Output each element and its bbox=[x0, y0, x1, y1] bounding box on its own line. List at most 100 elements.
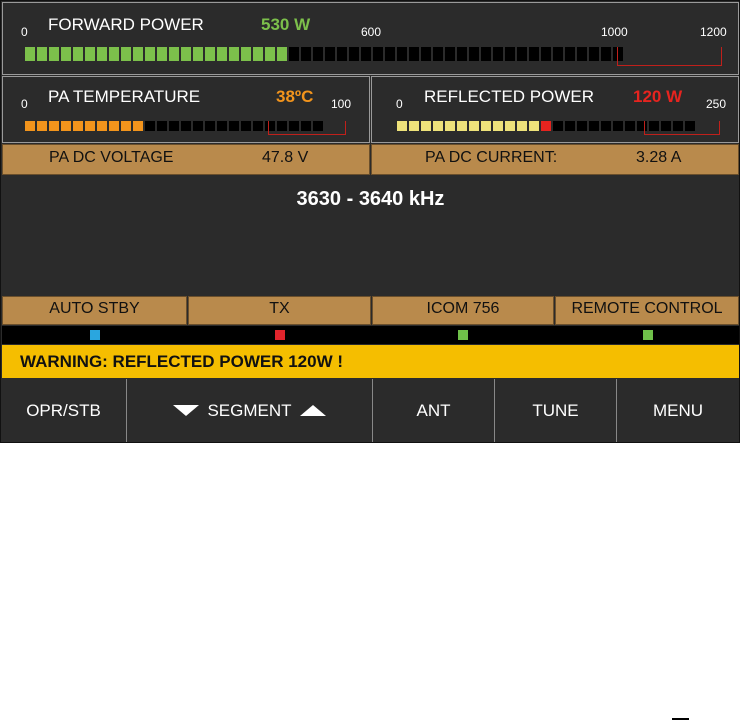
bar-segment bbox=[457, 121, 467, 131]
bar-segment bbox=[121, 121, 131, 131]
menu-label: MENU bbox=[652, 400, 704, 420]
bar-segment bbox=[565, 121, 575, 131]
dc-current-strip: PA DC CURRENT: 3.28 A bbox=[371, 144, 739, 175]
bar-segment bbox=[409, 121, 419, 131]
bar-segment bbox=[97, 121, 107, 131]
bar-segment bbox=[469, 121, 479, 131]
remote-control-led bbox=[643, 330, 653, 340]
bar-segment bbox=[457, 47, 467, 61]
opr-stb-label: OPR/STB bbox=[26, 400, 101, 420]
bar-segment bbox=[301, 47, 311, 61]
bar-segment bbox=[553, 47, 563, 61]
status-icom: ICOM 756 bbox=[372, 296, 554, 325]
bar-segment bbox=[325, 47, 335, 61]
bar-segment bbox=[37, 121, 47, 131]
forward-scale-high: 1000 bbox=[601, 25, 628, 39]
refl-scale-max: 250 bbox=[706, 97, 727, 111]
status-auto-stby: AUTO STBY bbox=[2, 296, 187, 325]
bar-segment bbox=[517, 47, 527, 61]
bar-segment bbox=[373, 47, 383, 61]
pa-temperature-meter: 0 PA TEMPERATURE 38ºC 100 bbox=[2, 76, 370, 143]
status-label: AUTO STBY bbox=[49, 300, 140, 317]
bar-segment bbox=[181, 121, 191, 131]
dc-voltage-strip: PA DC VOLTAGE 47.8 V bbox=[2, 144, 370, 175]
bar-segment bbox=[589, 121, 599, 131]
bar-segment bbox=[625, 121, 635, 131]
icom-led bbox=[458, 330, 468, 340]
bar-segment bbox=[49, 121, 59, 131]
bar-segment bbox=[541, 47, 551, 61]
ant-label: ANT bbox=[416, 400, 451, 420]
opr-stb-button[interactable]: OPR/STB bbox=[1, 379, 127, 442]
bar-segment bbox=[277, 47, 287, 61]
bar-segment bbox=[61, 47, 71, 61]
refl-scale-min: 0 bbox=[396, 97, 403, 111]
bar-segment bbox=[421, 121, 431, 131]
frequency-display: 3630 - 3640 kHz bbox=[2, 176, 739, 294]
bar-segment bbox=[193, 121, 203, 131]
pa-temperature-title: PA TEMPERATURE bbox=[48, 87, 201, 106]
segment-down-icon[interactable] bbox=[173, 405, 200, 416]
bar-segment bbox=[253, 121, 263, 131]
bar-segment bbox=[349, 47, 359, 61]
bar-segment bbox=[181, 47, 191, 61]
dc-current-label: PA DC CURRENT: bbox=[425, 149, 558, 166]
bar-segment bbox=[493, 121, 503, 131]
bar-segment bbox=[133, 121, 143, 131]
bar-segment bbox=[505, 121, 515, 131]
bar-segment bbox=[229, 121, 239, 131]
temp-red-zone bbox=[268, 121, 346, 135]
forward-power-meter: 0 FORWARD POWER 530 W 600 1000 1200 bbox=[2, 2, 739, 75]
ant-button[interactable]: ANT bbox=[373, 379, 495, 442]
status-remote-control: REMOTE CONTROL bbox=[555, 296, 739, 325]
bar-segment bbox=[109, 47, 119, 61]
bar-segment bbox=[241, 121, 251, 131]
bar-segment bbox=[169, 47, 179, 61]
refl-red-zone bbox=[644, 121, 720, 135]
forward-scale-min: 0 bbox=[21, 25, 28, 39]
bar-segment bbox=[577, 47, 587, 61]
bar-segment bbox=[313, 47, 323, 61]
bar-segment bbox=[85, 47, 95, 61]
reflected-power-meter: 0 REFLECTED POWER 120 W 250 bbox=[371, 76, 739, 143]
bar-segment bbox=[25, 47, 35, 61]
tune-label: TUNE bbox=[532, 400, 579, 420]
bar-segment bbox=[433, 121, 443, 131]
amplifier-panel: 0 FORWARD POWER 530 W 600 1000 1200 0 PA… bbox=[0, 0, 740, 443]
bar-segment bbox=[289, 47, 299, 61]
bar-segment bbox=[445, 47, 455, 61]
temp-scale-min: 0 bbox=[21, 97, 28, 111]
segment-button[interactable]: SEGMENT bbox=[127, 379, 373, 442]
temp-scale-max: 100 bbox=[331, 97, 352, 111]
bar-segment bbox=[529, 121, 539, 131]
bar-segment bbox=[205, 47, 215, 61]
bar-segment bbox=[397, 47, 407, 61]
bar-segment bbox=[493, 47, 503, 61]
status-label: ICOM 756 bbox=[426, 300, 500, 317]
bar-segment bbox=[577, 121, 587, 131]
status-tx: TX bbox=[188, 296, 371, 325]
dc-current-value: 3.28 A bbox=[636, 149, 682, 166]
tx-led bbox=[275, 330, 285, 340]
bar-segment bbox=[217, 121, 227, 131]
frequency-readout: 3630 - 3640 kHz bbox=[296, 188, 445, 210]
bar-segment bbox=[61, 121, 71, 131]
status-label: REMOTE CONTROL bbox=[571, 300, 723, 317]
dash-mark bbox=[672, 718, 689, 720]
forward-power-title: FORWARD POWER bbox=[48, 15, 204, 34]
bar-segment bbox=[109, 121, 119, 131]
segment-label: SEGMENT bbox=[207, 400, 292, 420]
bar-segment bbox=[37, 47, 47, 61]
segment-up-icon[interactable] bbox=[299, 405, 326, 416]
menu-button[interactable]: MENU bbox=[617, 379, 739, 442]
bar-segment bbox=[481, 121, 491, 131]
pa-temperature-readout: 38ºC bbox=[276, 87, 314, 106]
warning-banner: WARNING: REFLECTED POWER 120W ! bbox=[2, 345, 739, 378]
bar-segment bbox=[145, 121, 155, 131]
tune-button[interactable]: TUNE bbox=[495, 379, 617, 442]
bar-segment bbox=[409, 47, 419, 61]
bar-segment bbox=[265, 47, 275, 61]
bar-segment bbox=[85, 121, 95, 131]
bar-segment bbox=[157, 47, 167, 61]
bar-segment bbox=[361, 47, 371, 61]
